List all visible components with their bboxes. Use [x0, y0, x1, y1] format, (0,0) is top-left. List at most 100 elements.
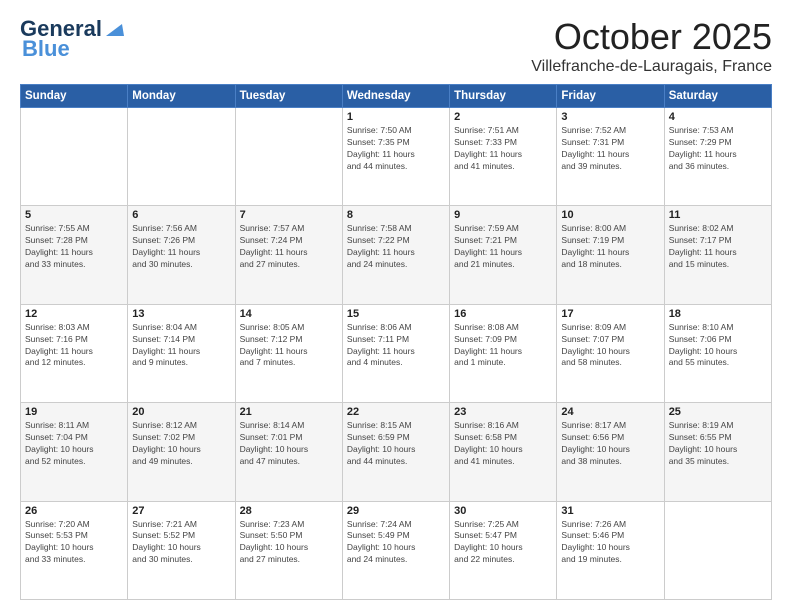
- day-info: Sunrise: 7:24 AM Sunset: 5:49 PM Dayligh…: [347, 519, 445, 567]
- location: Villefranche-de-Lauragais, France: [531, 58, 772, 76]
- calendar-cell: 5 Sunrise: 7:55 AM Sunset: 7:28 PM Daylig…: [21, 206, 128, 304]
- calendar-cell: 7 Sunrise: 7:57 AM Sunset: 7:24 PM Daylig…: [235, 206, 342, 304]
- day-info: Sunrise: 7:21 AM Sunset: 5:52 PM Dayligh…: [132, 519, 230, 567]
- calendar-cell: [664, 501, 771, 599]
- day-number: 18: [669, 308, 767, 320]
- calendar-cell: 4 Sunrise: 7:53 AM Sunset: 7:29 PM Daylig…: [664, 108, 771, 206]
- day-number: 16: [454, 308, 552, 320]
- calendar-week-4: 19 Sunrise: 8:11 AM Sunset: 7:04 PM Dayli…: [21, 403, 772, 501]
- calendar-week-2: 5 Sunrise: 7:55 AM Sunset: 7:28 PM Daylig…: [21, 206, 772, 304]
- calendar-cell: 12Sunrise: 8:03 AM Sunset: 7:16 PM Dayli…: [21, 304, 128, 402]
- day-info: Sunrise: 7:55 AM Sunset: 7:28 PM Dayligh…: [25, 223, 123, 271]
- day-number: 4: [669, 111, 767, 123]
- day-info: Sunrise: 8:04 AM Sunset: 7:14 PM Dayligh…: [132, 322, 230, 370]
- calendar-cell: 16 Sunrise: 8:08 AM Sunset: 7:09 PM Dayli…: [450, 304, 557, 402]
- col-saturday: Saturday: [664, 85, 771, 108]
- calendar-cell: 27 Sunrise: 7:21 AM Sunset: 5:52 PM Dayli…: [128, 501, 235, 599]
- day-number: 15: [347, 308, 445, 320]
- calendar-cell: [21, 108, 128, 206]
- day-number: 14: [240, 308, 338, 320]
- calendar-week-1: 1 Sunrise: 7:50 AM Sunset: 7:35 PM Daylig…: [21, 108, 772, 206]
- day-number: 6: [132, 209, 230, 221]
- day-number: 11: [669, 209, 767, 221]
- day-info: Sunrise: 8:17 AM Sunset: 6:56 PM Dayligh…: [561, 420, 659, 468]
- day-number: 29: [347, 505, 445, 517]
- calendar-cell: 14 Sunrise: 8:05 AM Sunset: 7:12 PM Dayli…: [235, 304, 342, 402]
- day-info: Sunrise: 7:20 AM Sunset: 5:53 PM Dayligh…: [25, 519, 123, 567]
- day-info: Sunrise: 7:57 AM Sunset: 7:24 PM Dayligh…: [240, 223, 338, 271]
- day-info: Sunrise: 8:16 AM Sunset: 6:58 PM Dayligh…: [454, 420, 552, 468]
- calendar-cell: 19 Sunrise: 8:11 AM Sunset: 7:04 PM Dayli…: [21, 403, 128, 501]
- day-info: Sunrise: 7:51 AM Sunset: 7:33 PM Dayligh…: [454, 125, 552, 173]
- calendar-cell: 30Sunrise: 7:25 AM Sunset: 5:47 PM Dayli…: [450, 501, 557, 599]
- day-number: 13: [132, 308, 230, 320]
- day-number: 21: [240, 406, 338, 418]
- day-number: 8: [347, 209, 445, 221]
- day-number: 7: [240, 209, 338, 221]
- day-number: 26: [25, 505, 123, 517]
- calendar-cell: 1 Sunrise: 7:50 AM Sunset: 7:35 PM Daylig…: [342, 108, 449, 206]
- day-number: 1: [347, 111, 445, 123]
- day-number: 20: [132, 406, 230, 418]
- logo: General Blue: [20, 16, 126, 62]
- day-info: Sunrise: 7:50 AM Sunset: 7:35 PM Dayligh…: [347, 125, 445, 173]
- day-info: Sunrise: 8:05 AM Sunset: 7:12 PM Dayligh…: [240, 322, 338, 370]
- day-info: Sunrise: 8:10 AM Sunset: 7:06 PM Dayligh…: [669, 322, 767, 370]
- calendar-header-row: Sunday Monday Tuesday Wednesday Thursday…: [21, 85, 772, 108]
- day-info: Sunrise: 8:14 AM Sunset: 7:01 PM Dayligh…: [240, 420, 338, 468]
- calendar-week-3: 12Sunrise: 8:03 AM Sunset: 7:16 PM Dayli…: [21, 304, 772, 402]
- calendar-cell: 10Sunrise: 8:00 AM Sunset: 7:19 PM Dayli…: [557, 206, 664, 304]
- day-number: 24: [561, 406, 659, 418]
- calendar-cell: 8Sunrise: 7:58 AM Sunset: 7:22 PM Daylig…: [342, 206, 449, 304]
- calendar-week-5: 26 Sunrise: 7:20 AM Sunset: 5:53 PM Dayli…: [21, 501, 772, 599]
- month-title: October 2025: [531, 16, 772, 58]
- col-monday: Monday: [128, 85, 235, 108]
- calendar-cell: 22 Sunrise: 8:15 AM Sunset: 6:59 PM Dayli…: [342, 403, 449, 501]
- day-info: Sunrise: 7:59 AM Sunset: 7:21 PM Dayligh…: [454, 223, 552, 271]
- logo-blue: Blue: [22, 36, 70, 62]
- day-number: 27: [132, 505, 230, 517]
- col-sunday: Sunday: [21, 85, 128, 108]
- calendar-cell: 25Sunrise: 8:19 AM Sunset: 6:55 PM Dayli…: [664, 403, 771, 501]
- col-friday: Friday: [557, 85, 664, 108]
- calendar-cell: 28Sunrise: 7:23 AM Sunset: 5:50 PM Dayli…: [235, 501, 342, 599]
- day-info: Sunrise: 7:53 AM Sunset: 7:29 PM Dayligh…: [669, 125, 767, 173]
- day-number: 31: [561, 505, 659, 517]
- day-number: 9: [454, 209, 552, 221]
- day-info: Sunrise: 8:09 AM Sunset: 7:07 PM Dayligh…: [561, 322, 659, 370]
- calendar-cell: 2 Sunrise: 7:51 AM Sunset: 7:33 PM Daylig…: [450, 108, 557, 206]
- calendar-cell: 17 Sunrise: 8:09 AM Sunset: 7:07 PM Dayli…: [557, 304, 664, 402]
- day-number: 2: [454, 111, 552, 123]
- title-area: October 2025 Villefranche-de-Lauragais, …: [531, 16, 772, 76]
- day-number: 28: [240, 505, 338, 517]
- day-number: 22: [347, 406, 445, 418]
- day-info: Sunrise: 8:11 AM Sunset: 7:04 PM Dayligh…: [25, 420, 123, 468]
- calendar-cell: [235, 108, 342, 206]
- calendar-cell: 9 Sunrise: 7:59 AM Sunset: 7:21 PM Daylig…: [450, 206, 557, 304]
- calendar-cell: 21 Sunrise: 8:14 AM Sunset: 7:01 PM Dayli…: [235, 403, 342, 501]
- calendar-cell: 15 Sunrise: 8:06 AM Sunset: 7:11 PM Dayli…: [342, 304, 449, 402]
- col-wednesday: Wednesday: [342, 85, 449, 108]
- calendar-cell: 26 Sunrise: 7:20 AM Sunset: 5:53 PM Dayli…: [21, 501, 128, 599]
- calendar-cell: 29 Sunrise: 7:24 AM Sunset: 5:49 PM Dayli…: [342, 501, 449, 599]
- calendar-cell: 31Sunrise: 7:26 AM Sunset: 5:46 PM Dayli…: [557, 501, 664, 599]
- col-thursday: Thursday: [450, 85, 557, 108]
- calendar-cell: 3Sunrise: 7:52 AM Sunset: 7:31 PM Daylig…: [557, 108, 664, 206]
- calendar-cell: 13 Sunrise: 8:04 AM Sunset: 7:14 PM Dayli…: [128, 304, 235, 402]
- day-info: Sunrise: 8:15 AM Sunset: 6:59 PM Dayligh…: [347, 420, 445, 468]
- day-number: 17: [561, 308, 659, 320]
- day-info: Sunrise: 8:06 AM Sunset: 7:11 PM Dayligh…: [347, 322, 445, 370]
- day-info: Sunrise: 8:08 AM Sunset: 7:09 PM Dayligh…: [454, 322, 552, 370]
- logo-icon: [104, 18, 126, 40]
- day-number: 3: [561, 111, 659, 123]
- day-number: 10: [561, 209, 659, 221]
- day-number: 5: [25, 209, 123, 221]
- calendar: Sunday Monday Tuesday Wednesday Thursday…: [20, 84, 772, 600]
- day-number: 19: [25, 406, 123, 418]
- day-info: Sunrise: 8:03 AM Sunset: 7:16 PM Dayligh…: [25, 322, 123, 370]
- day-number: 30: [454, 505, 552, 517]
- page: General Blue October 2025 Villefranche-d…: [0, 0, 792, 612]
- calendar-cell: [128, 108, 235, 206]
- calendar-cell: 18 Sunrise: 8:10 AM Sunset: 7:06 PM Dayli…: [664, 304, 771, 402]
- day-info: Sunrise: 8:02 AM Sunset: 7:17 PM Dayligh…: [669, 223, 767, 271]
